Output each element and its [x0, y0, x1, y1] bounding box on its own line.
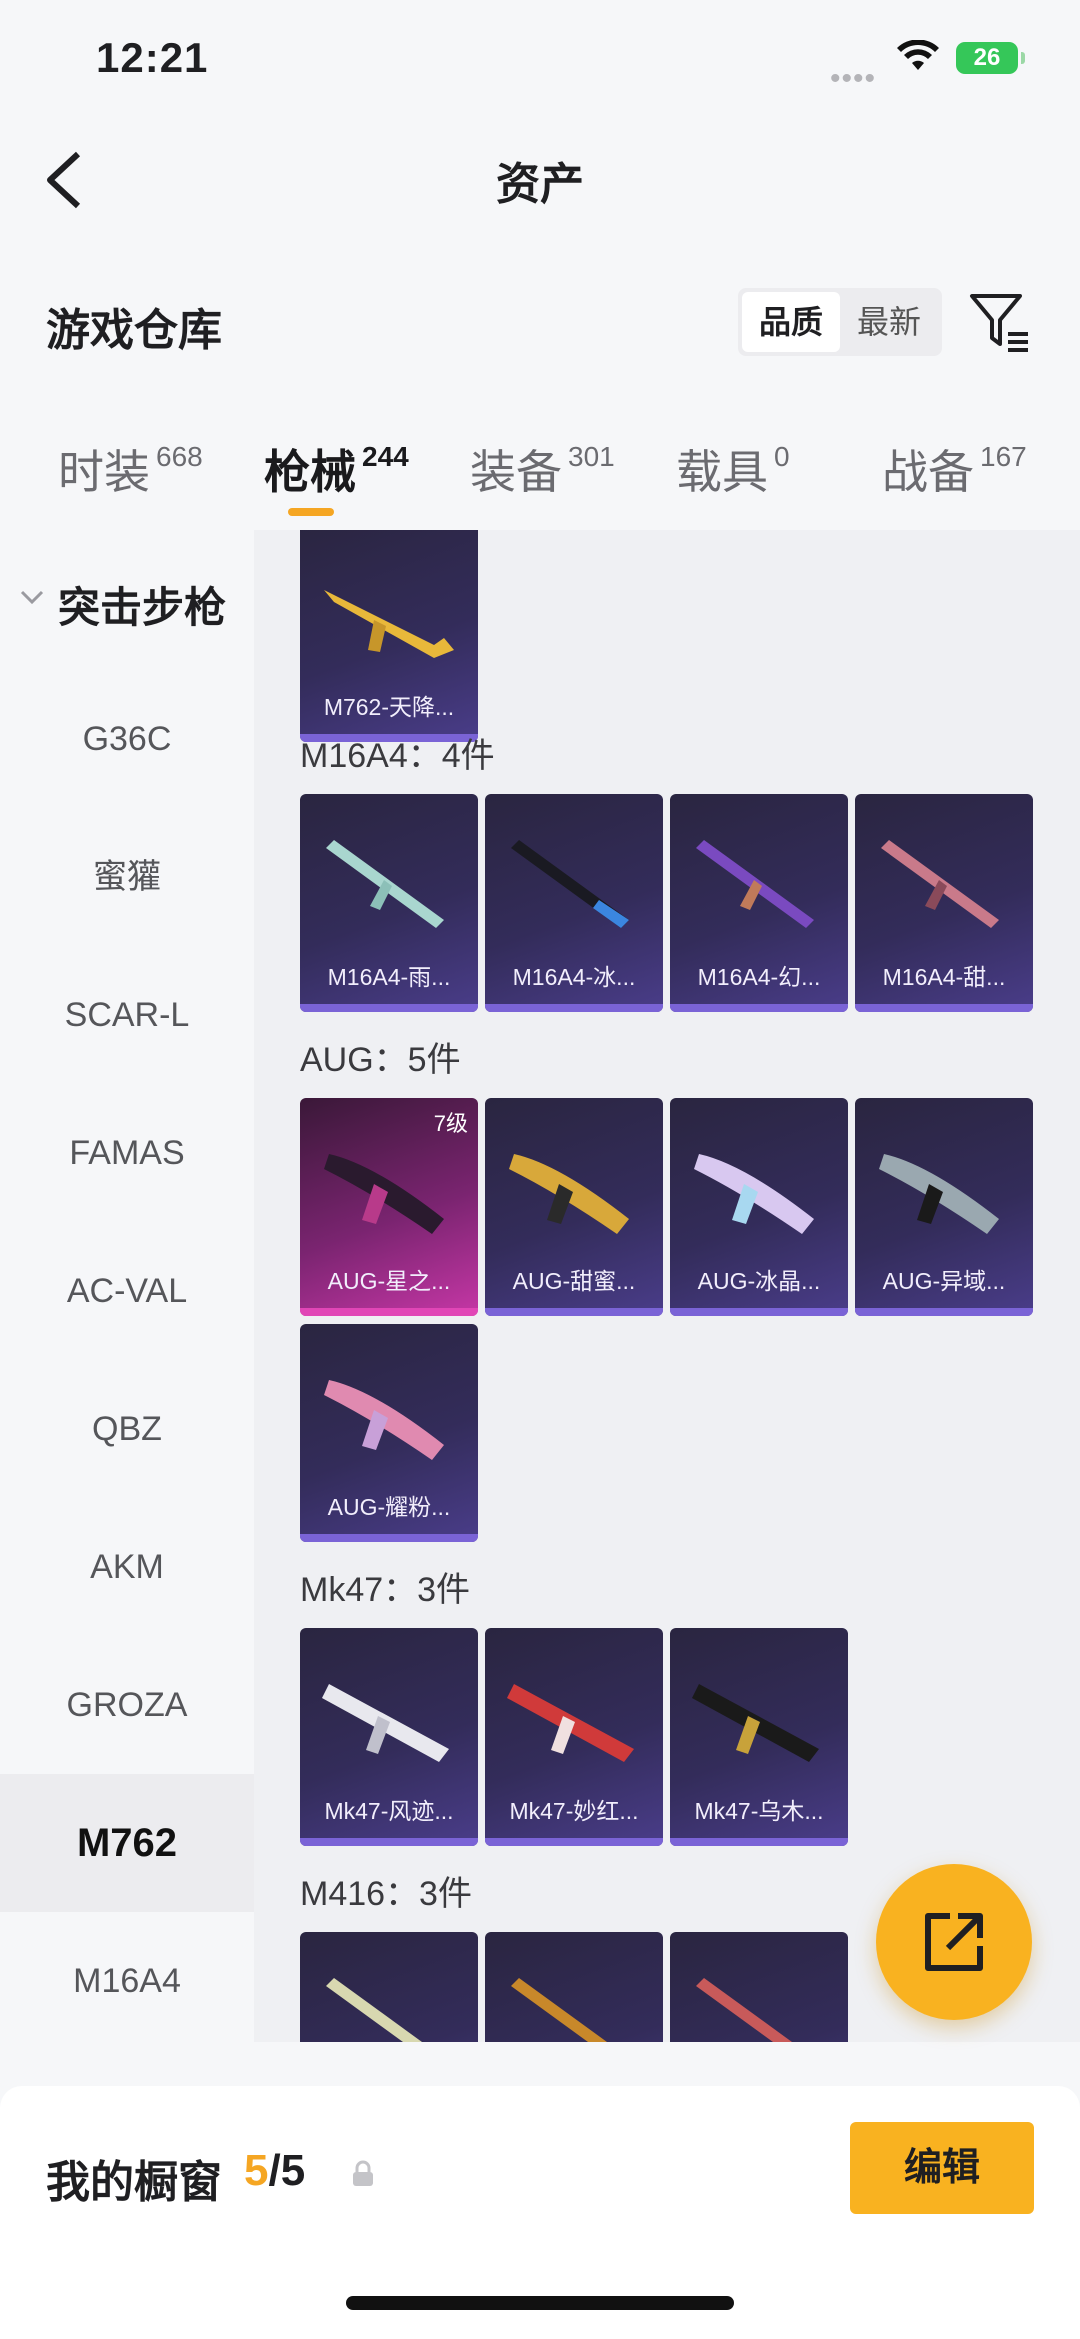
status-bar: 12:21 •••• 26: [0, 0, 1080, 120]
share-button[interactable]: [876, 1864, 1032, 2020]
gun-icon: [324, 1380, 444, 1460]
lock-icon: [353, 2160, 373, 2186]
weapon-type-sidebar: 突击步枪 G36C 蜜獾 SCAR-L FAMAS AC-VAL QBZ AKM…: [0, 530, 254, 2040]
gun-icon: [326, 1978, 422, 2042]
weapon-card[interactable]: Mk47-妙红...: [485, 1628, 663, 1846]
sort-quality[interactable]: 品质: [742, 292, 840, 352]
weapon-name: AUG-异域...: [882, 1268, 1006, 1294]
weapon-card[interactable]: 7级 AUG-星之...: [300, 1098, 478, 1316]
warehouse-title: 游戏仓库: [46, 306, 222, 355]
signal-icon: ••••: [830, 62, 877, 95]
weapon-name: M16A4-冰...: [512, 964, 636, 990]
category-assault-rifle[interactable]: 突击步枪: [0, 530, 254, 670]
weapon-card[interactable]: Mk47-乌木...: [670, 1628, 848, 1846]
gun-icon: [696, 1978, 792, 2042]
weapon-card[interactable]: M762-天降...: [300, 530, 478, 742]
edit-button[interactable]: 编辑: [850, 2122, 1034, 2214]
gun-icon: [322, 1684, 449, 1762]
sidebar-item-honey-badger[interactable]: 蜜獾: [0, 808, 254, 946]
group-label: M416：3件: [300, 1875, 472, 1913]
group-label: AUG：5件: [300, 1041, 461, 1079]
weapon-card[interactable]: M16A4-冰...: [485, 794, 663, 1012]
weapon-card[interactable]: [485, 1932, 663, 2042]
gun-icon: [511, 840, 629, 928]
sidebar-item-scar-l[interactable]: SCAR-L: [0, 946, 254, 1084]
gun-icon: [507, 1684, 634, 1762]
gun-icon: [324, 1154, 444, 1234]
weapon-card[interactable]: M16A4-甜...: [855, 794, 1033, 1012]
weapon-name: AUG-星之...: [327, 1268, 451, 1294]
page-title: 资产: [496, 160, 584, 209]
weapon-card[interactable]: Mk47-风迹...: [300, 1628, 478, 1846]
tab-firearms[interactable]: 枪械 244: [264, 436, 409, 502]
weapon-name: Mk47-妙红...: [509, 1798, 639, 1824]
gun-icon: [511, 1978, 607, 2042]
weapon-name: M16A4-甜...: [882, 964, 1006, 990]
sidebar-item-ac-val[interactable]: AC-VAL: [0, 1222, 254, 1360]
gun-icon: [696, 840, 814, 928]
weapon-name: AUG-甜蜜...: [512, 1268, 636, 1294]
showcase-count: 5/5: [244, 2146, 306, 2195]
tab-equipment[interactable]: 装备 301: [470, 436, 615, 502]
chevron-down-icon: [20, 590, 44, 605]
sidebar-item-famas[interactable]: FAMAS: [0, 1084, 254, 1222]
gun-icon: [694, 1154, 814, 1234]
weapon-name: Mk47-乌木...: [694, 1798, 824, 1824]
home-indicator: [346, 2296, 734, 2310]
nav-bar: 资产: [0, 120, 1080, 240]
gun-icon: [326, 840, 444, 928]
tab-vehicles[interactable]: 载具 0: [676, 436, 790, 502]
weapon-card[interactable]: M16A4-幻...: [670, 794, 848, 1012]
wifi-icon: [897, 40, 939, 70]
weapon-card[interactable]: AUG-耀粉...: [300, 1324, 478, 1542]
group-label: Mk47：3件: [300, 1571, 471, 1609]
sidebar-item-g36c[interactable]: G36C: [0, 670, 254, 808]
category-tabs: 时装 668 枪械 244 装备 301 载具 0 战备 167: [0, 420, 1080, 530]
weapon-name: M762-天降...: [323, 694, 455, 720]
weapon-name: Mk47-风迹...: [324, 1798, 454, 1824]
warehouse-header: 游戏仓库 品质 最新: [0, 270, 1080, 370]
weapon-name: M16A4-雨...: [327, 964, 451, 990]
weapon-card[interactable]: [300, 1932, 478, 2042]
sidebar-item-groza[interactable]: GROZA: [0, 1636, 254, 1774]
sidebar-item-akm[interactable]: AKM: [0, 1498, 254, 1636]
weapon-card[interactable]: AUG-甜蜜...: [485, 1098, 663, 1316]
tab-fashion[interactable]: 时装 668: [58, 436, 203, 502]
active-tab-indicator: [288, 508, 334, 516]
gun-icon: [879, 1154, 999, 1234]
gun-icon: [881, 840, 999, 928]
weapon-card[interactable]: AUG-冰晶...: [670, 1098, 848, 1316]
weapon-name: AUG-耀粉...: [327, 1494, 451, 1520]
gun-icon: [509, 1154, 629, 1234]
weapon-name: AUG-冰晶...: [697, 1268, 821, 1294]
battery-icon: 26: [956, 42, 1025, 74]
gun-icon: [324, 590, 454, 658]
weapon-grid: M762-天降... M16A4：4件 M16A4-雨... M16A4-冰..…: [254, 530, 1080, 2042]
status-time: 12:21: [96, 34, 209, 81]
weapon-card[interactable]: AUG-异域...: [855, 1098, 1033, 1316]
sidebar-item-qbz[interactable]: QBZ: [0, 1360, 254, 1498]
sidebar-item-m762[interactable]: M762: [0, 1774, 254, 1912]
group-label: M16A4：4件: [300, 737, 495, 775]
weapon-name: M16A4-幻...: [697, 964, 821, 990]
sort-toggle: 品质 最新: [738, 288, 942, 356]
share-icon: [925, 1913, 983, 1971]
showcase-title: 我的橱窗: [46, 2158, 222, 2207]
gun-icon: [692, 1684, 819, 1762]
sidebar-item-m16a4[interactable]: M16A4: [0, 1912, 254, 2040]
sort-latest[interactable]: 最新: [840, 292, 938, 352]
weapon-card[interactable]: M16A4-雨...: [300, 794, 478, 1012]
weapon-card[interactable]: [670, 1932, 848, 2042]
filter-icon[interactable]: [968, 290, 1032, 354]
tab-supplies[interactable]: 战备 167: [882, 436, 1027, 502]
category-label: 突击步枪: [58, 584, 227, 631]
